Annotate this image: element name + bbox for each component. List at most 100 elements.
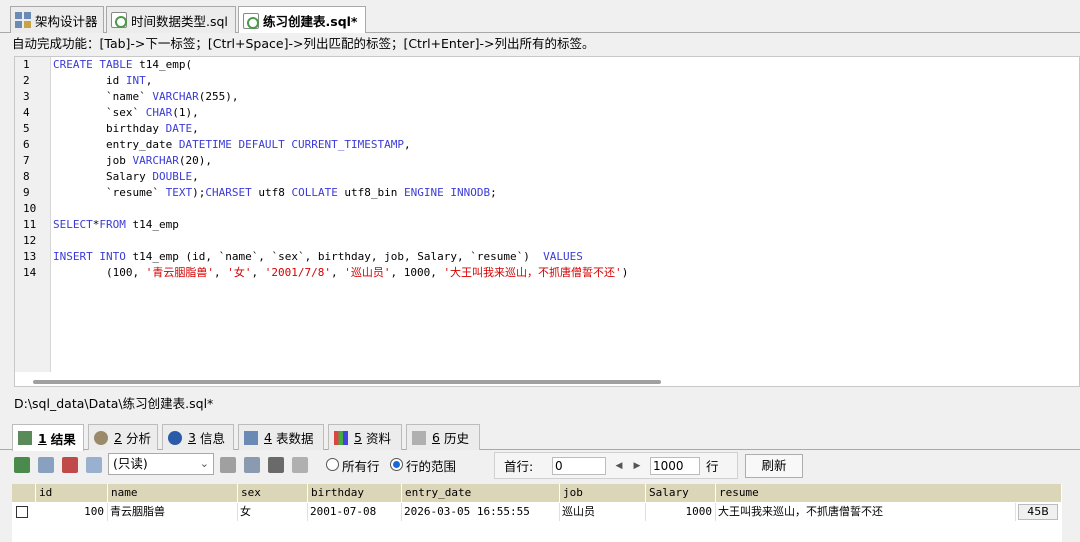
copy-icon[interactable] [62, 457, 78, 473]
autocomplete-hint: 自动完成功能：[Tab]->下一标签；[Ctrl+Space]->列出匹配的标签… [0, 33, 1080, 55]
line-number: 14 [23, 266, 37, 279]
radio-all-rows-label: 所有行 [342, 459, 380, 474]
tab-results[interactable]: 1 结果 [12, 424, 84, 451]
tab-analysis[interactable]: 2 分析 [88, 424, 158, 450]
chevron-down-icon: ⌄ [199, 457, 209, 470]
line-number: 9 [23, 186, 30, 199]
column-header[interactable]: sex [238, 484, 308, 502]
tab-number: 6 [432, 430, 440, 445]
line-number-gutter: 1 2 3 4 5 6 7 8 9 10 11 12 13 14 [15, 57, 51, 372]
tab-label: 分析 [125, 431, 151, 446]
result-grid[interactable]: id name sex birthday entry_date job Sala… [12, 484, 1062, 542]
results-icon [18, 431, 32, 445]
code-line: job VARCHAR(20), [53, 154, 212, 167]
next-icon[interactable]: ▶ [630, 458, 644, 474]
refresh-grid-icon[interactable] [292, 457, 308, 473]
tab-number: 1 [38, 430, 47, 446]
insert-row-icon[interactable] [220, 457, 236, 473]
save-icon[interactable] [244, 457, 260, 473]
radio-row-range[interactable] [390, 458, 403, 471]
tab-create-table-sql[interactable]: 练习创建表.sql* [238, 6, 366, 34]
row-select-header [12, 484, 36, 502]
tab-label: 结果 [50, 431, 76, 447]
column-header[interactable]: birthday [308, 484, 402, 502]
table-cell[interactable]: 2001-07-08 [308, 503, 402, 521]
table-cell[interactable]: 2026-03-05 16:55:55 [402, 503, 560, 521]
tab-label: 资料 [365, 431, 391, 446]
horizontal-scrollbar[interactable] [33, 380, 661, 384]
line-number: 12 [23, 234, 37, 247]
code-area[interactable]: CREATE TABLE t14_emp( id INT, `name` VAR… [53, 57, 1079, 279]
tab-number: 2 [114, 430, 122, 445]
code-line: (100, '青云胭脂兽', '女', '2001/7/8', '巡山员', 1… [53, 266, 629, 279]
tab-time-types-sql[interactable]: 时间数据类型.sql [106, 6, 236, 33]
tab-schema-designer[interactable]: 架构设计器 [10, 6, 104, 33]
table-data-icon [244, 430, 258, 445]
line-number: 11 [23, 218, 37, 231]
tab-table-data[interactable]: 4 表数据 [238, 424, 324, 450]
tab-label: 练习创建表.sql* [263, 14, 358, 29]
export-icon[interactable] [14, 457, 30, 473]
code-line: `sex` CHAR(1), [53, 106, 199, 119]
line-number: 2 [23, 74, 30, 87]
table-cell[interactable]: 女 [238, 503, 308, 521]
code-line: entry_date DATETIME DEFAULT CURRENT_TIME… [53, 138, 411, 151]
first-row-input[interactable]: 0 [552, 457, 606, 475]
tab-label: 表数据 [275, 431, 314, 446]
line-number: 10 [23, 202, 37, 215]
table-cell[interactable]: 大王叫我来巡山，不抓唐僧誓不还 [716, 503, 1016, 521]
line-number: 7 [23, 154, 30, 167]
table-cell[interactable]: 青云胭脂兽 [108, 503, 238, 521]
line-number: 4 [23, 106, 30, 119]
sql-file-icon [111, 12, 127, 28]
import-icon[interactable] [38, 457, 54, 473]
tab-label: 架构设计器 [35, 13, 98, 29]
column-header[interactable]: Salary [646, 484, 716, 502]
column-header[interactable]: id [36, 484, 108, 502]
line-number: 5 [23, 122, 30, 135]
refresh-button[interactable]: 刷新 [745, 454, 803, 478]
tab-history[interactable]: 6 历史 [406, 424, 480, 450]
tab-label: 历史 [443, 431, 469, 446]
column-header[interactable]: name [108, 484, 238, 502]
code-line: `name` VARCHAR(255), [53, 90, 239, 103]
delete-icon[interactable] [268, 457, 284, 473]
sql-file-icon [243, 12, 259, 29]
file-tab-bar: 架构设计器 时间数据类型.sql 练习创建表.sql* [0, 0, 1080, 34]
code-line: INSERT INTO t14_emp (id, `name`, `sex`, … [53, 250, 583, 263]
mode-select[interactable]: (只读) ⌄ [108, 453, 214, 475]
prev-icon[interactable]: ◀ [612, 458, 626, 474]
history-icon [412, 430, 426, 445]
sql-editor[interactable]: 1 2 3 4 5 6 7 8 9 10 11 12 13 14 CREATE … [14, 56, 1080, 387]
row-count-input[interactable]: 1000 [650, 457, 700, 475]
column-header[interactable]: job [560, 484, 646, 502]
mode-select-value: (只读) [113, 456, 148, 471]
tab-profile[interactable]: 5 资料 [328, 424, 402, 450]
result-tab-bar: 1 结果 2 分析 3 信息 4 表数据 5 资料 6 历史 [0, 420, 1080, 451]
info-icon [168, 430, 182, 445]
tab-info[interactable]: 3 信息 [162, 424, 234, 450]
table-cell[interactable]: 100 [36, 503, 108, 521]
radio-all-rows[interactable] [326, 458, 339, 471]
radio-row-range-label: 行的范围 [406, 459, 457, 474]
code-line: `resume` TEXT);CHARSET utf8 COLLATE utf8… [53, 186, 497, 199]
code-line: CREATE TABLE t14_emp( [53, 58, 193, 71]
row-unit-label: 行 [706, 459, 719, 474]
tab-label: 时间数据类型.sql [131, 13, 228, 29]
analysis-icon [94, 430, 108, 445]
column-header[interactable]: resume [716, 484, 1062, 502]
view-icon[interactable] [86, 457, 102, 473]
profile-icon [334, 430, 348, 445]
tab-number: 3 [188, 430, 196, 445]
file-path: D:\sql_data\Data\练习创建表.sql* [14, 396, 214, 411]
line-number: 3 [23, 90, 30, 103]
table-cell[interactable]: 巡山员 [560, 503, 646, 521]
column-header[interactable]: entry_date [402, 484, 560, 502]
row-checkbox[interactable] [16, 506, 28, 518]
schema-designer-icon [15, 12, 31, 28]
code-line: Salary DOUBLE, [53, 170, 199, 183]
table-cell[interactable]: 1000 [646, 503, 716, 521]
line-number: 6 [23, 138, 30, 151]
line-number: 8 [23, 170, 30, 183]
blob-size-badge[interactable]: 45B [1018, 504, 1058, 520]
